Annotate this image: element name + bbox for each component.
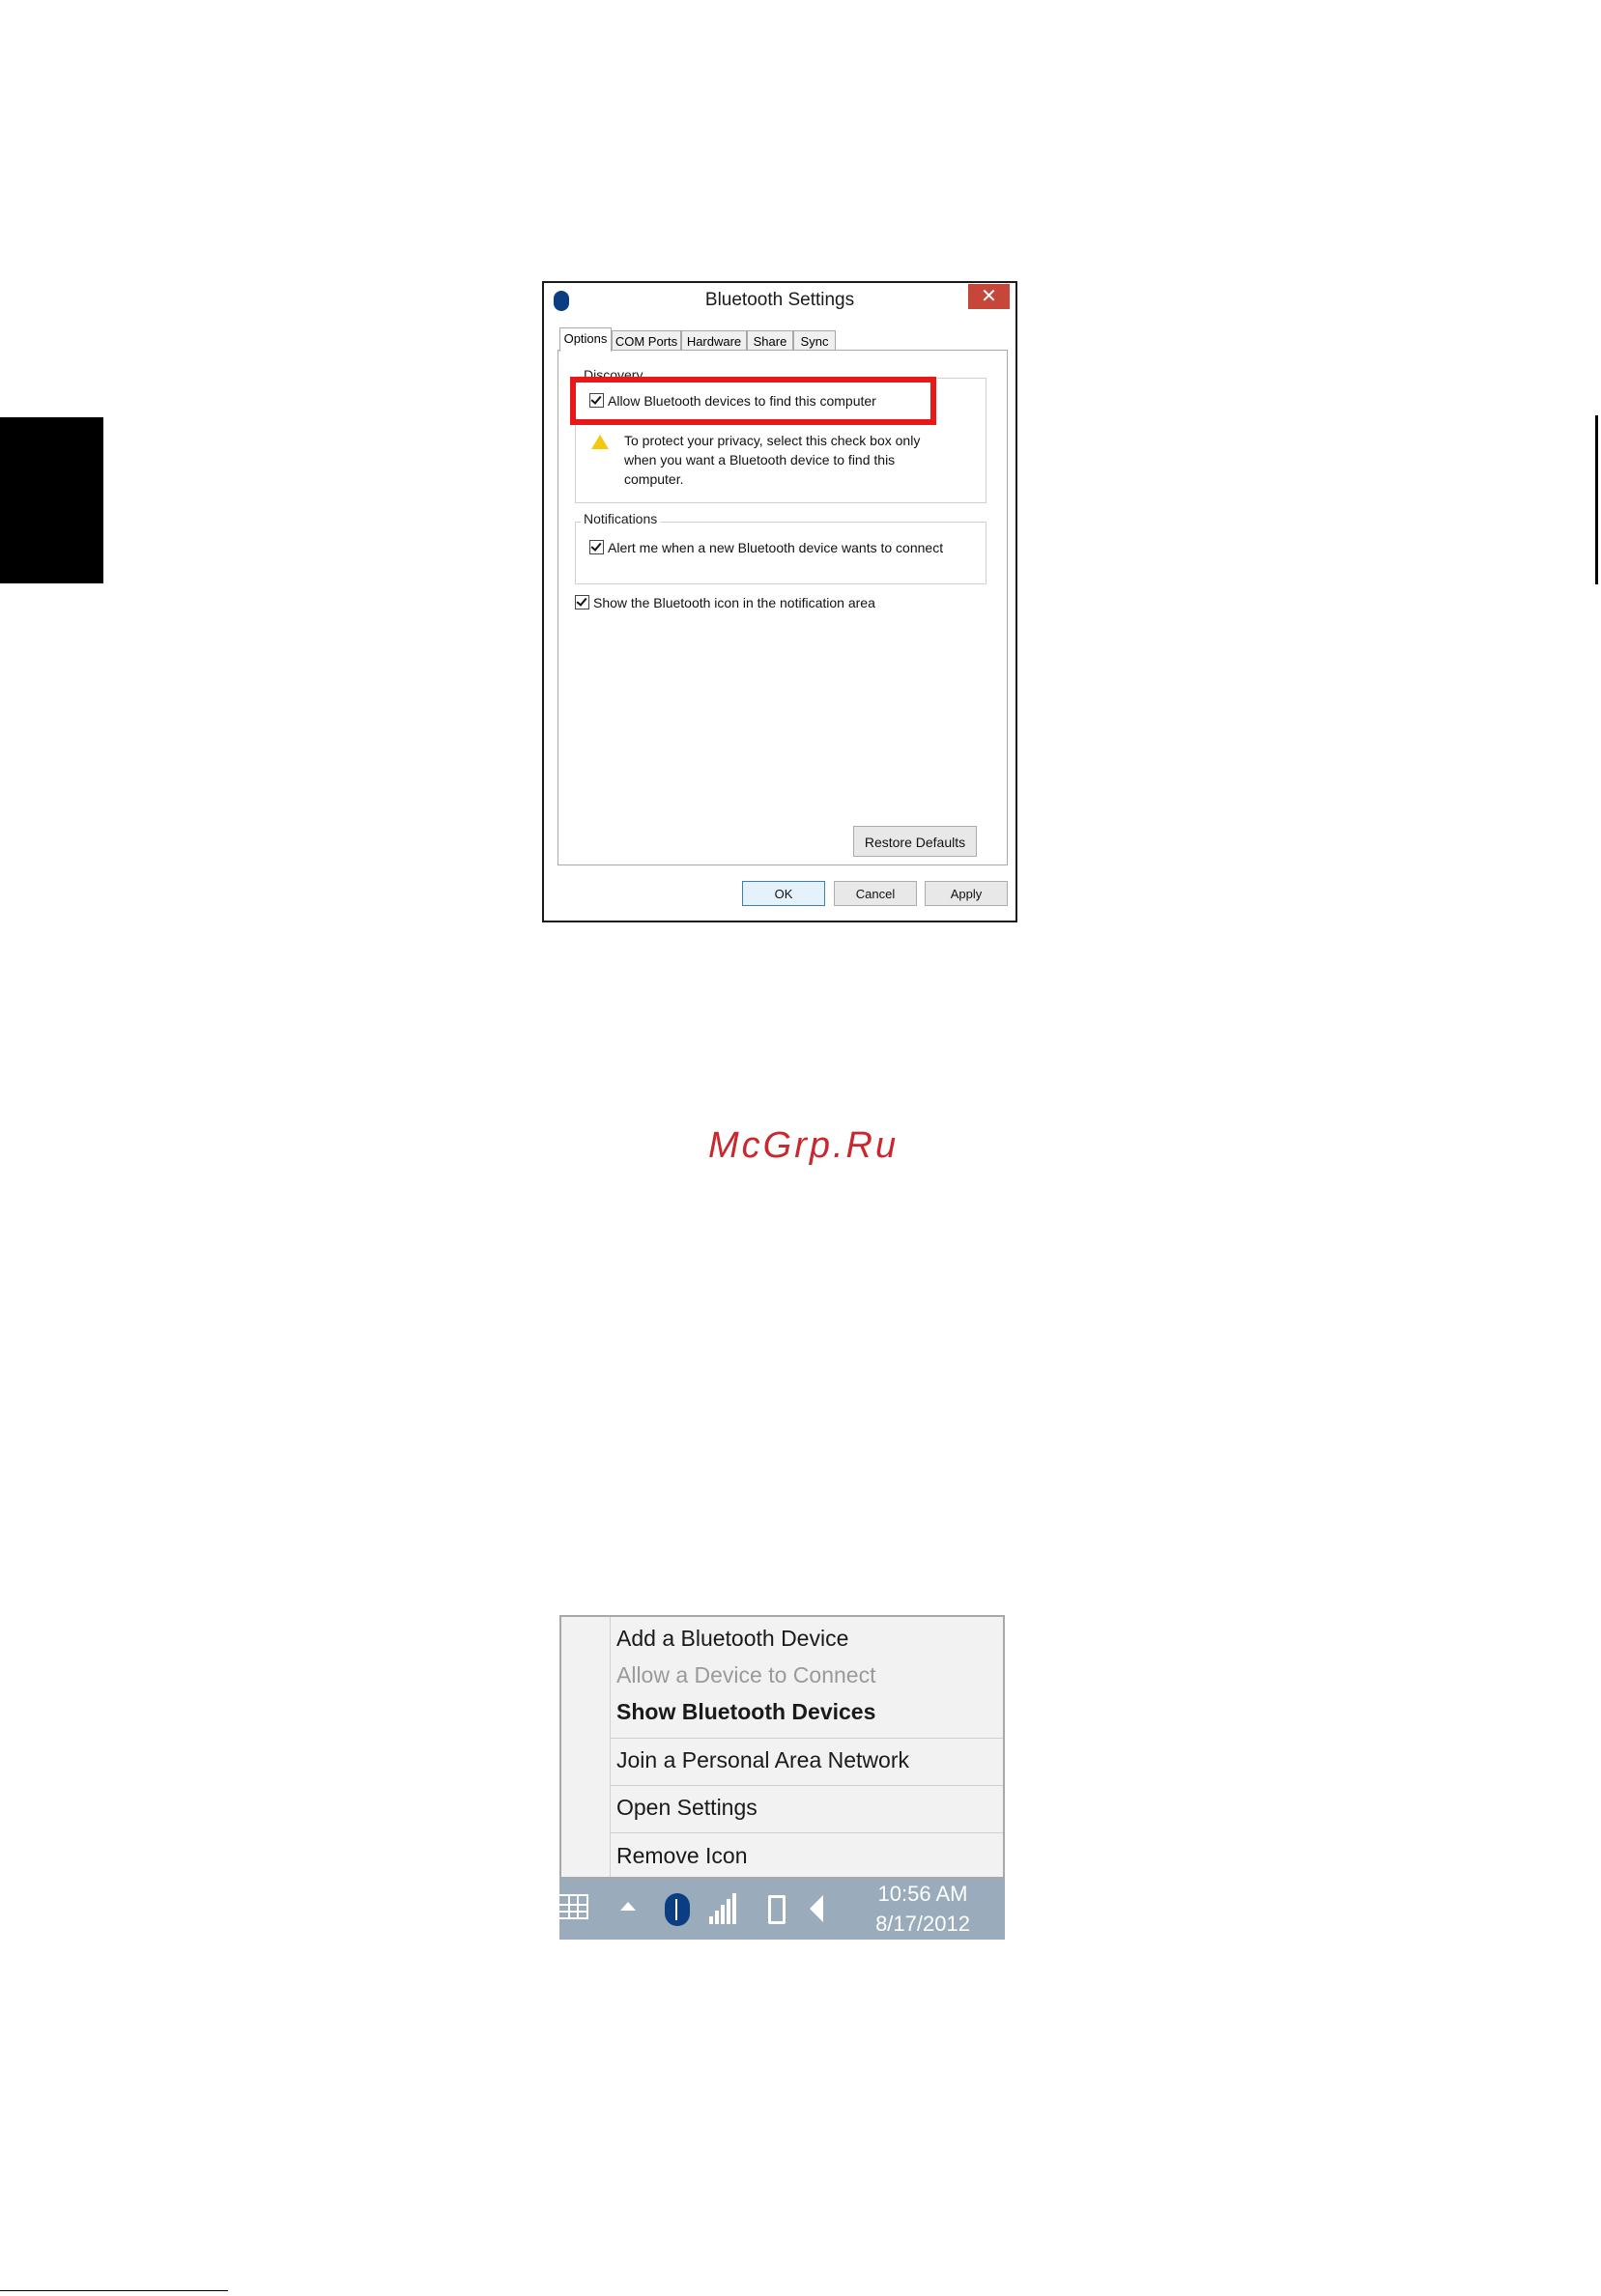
tab-share[interactable]: Share [747, 330, 793, 351]
clock-date: 8/17/2012 [875, 1912, 970, 1936]
notifications-group: Notifications Alert me when a new Blueto… [575, 511, 986, 584]
menu-item-show-devices[interactable]: Show Bluetooth Devices [616, 1699, 875, 1725]
ok-button[interactable]: OK [742, 881, 825, 906]
privacy-warning-text: To protect your privacy, select this che… [624, 433, 921, 487]
menu-separator [611, 1785, 1003, 1786]
tab-options[interactable]: Options [559, 327, 612, 352]
show-icon-label: Show the Bluetooth icon in the notificat… [593, 595, 875, 610]
menu-separator [611, 1738, 1003, 1739]
warning-icon [591, 435, 609, 449]
alert-new-device-label: Alert me when a new Bluetooth device wan… [608, 540, 944, 555]
highlight-box [570, 377, 936, 425]
apply-button[interactable]: Apply [925, 881, 1008, 906]
bluetooth-context-menu: Add a Bluetooth Device Allow a Device to… [559, 1615, 1005, 1879]
restore-defaults-button[interactable]: Restore Defaults [853, 826, 977, 857]
menu-separator [611, 1832, 1003, 1833]
battery-icon[interactable] [768, 1895, 786, 1924]
show-hidden-icons-icon[interactable] [620, 1902, 636, 1911]
dialog-titlebar: Bluetooth Settings ✕ [544, 283, 1015, 318]
page-edge-mark [1595, 415, 1598, 584]
options-panel: Discovery Allow Bluetooth devices to fin… [557, 350, 1008, 865]
checkbox-checked-icon [589, 540, 604, 554]
bluetooth-icon[interactable] [665, 1893, 690, 1926]
menu-gutter [610, 1617, 611, 1877]
keyboard-icon[interactable] [559, 1894, 588, 1919]
alert-new-device-checkbox[interactable]: Alert me when a new Bluetooth device wan… [589, 540, 943, 555]
menu-item-remove-icon[interactable]: Remove Icon [616, 1843, 748, 1869]
menu-item-add-device[interactable]: Add a Bluetooth Device [616, 1626, 848, 1652]
menu-item-open-settings[interactable]: Open Settings [616, 1795, 758, 1821]
tab-hardware[interactable]: Hardware [681, 330, 747, 351]
close-button[interactable]: ✕ [968, 284, 1010, 309]
volume-icon[interactable] [810, 1895, 823, 1922]
checkbox-checked-icon [575, 595, 589, 609]
taskbar-notification-area: 10:56 AM 8/17/2012 [559, 1879, 1005, 1940]
show-icon-checkbox[interactable]: Show the Bluetooth icon in the notificat… [575, 595, 875, 610]
tab-com-ports[interactable]: COM Ports [612, 330, 681, 351]
tab-sync[interactable]: Sync [793, 330, 836, 351]
clock-time: 10:56 AM [877, 1882, 968, 1906]
tray-clock[interactable]: 10:56 AM 8/17/2012 [845, 1879, 1000, 1939]
menu-item-allow-connect: Allow a Device to Connect [616, 1662, 876, 1687]
chapter-side-tab [0, 417, 103, 583]
network-signal-icon[interactable] [709, 1893, 738, 1924]
menu-item-join-pan[interactable]: Join a Personal Area Network [616, 1747, 909, 1773]
cancel-button[interactable]: Cancel [834, 881, 917, 906]
footer-rule [0, 2290, 228, 2291]
notifications-group-label: Notifications [581, 511, 661, 526]
watermark: McGrp.Ru [708, 1125, 900, 1166]
dialog-title: Bluetooth Settings [704, 290, 855, 310]
